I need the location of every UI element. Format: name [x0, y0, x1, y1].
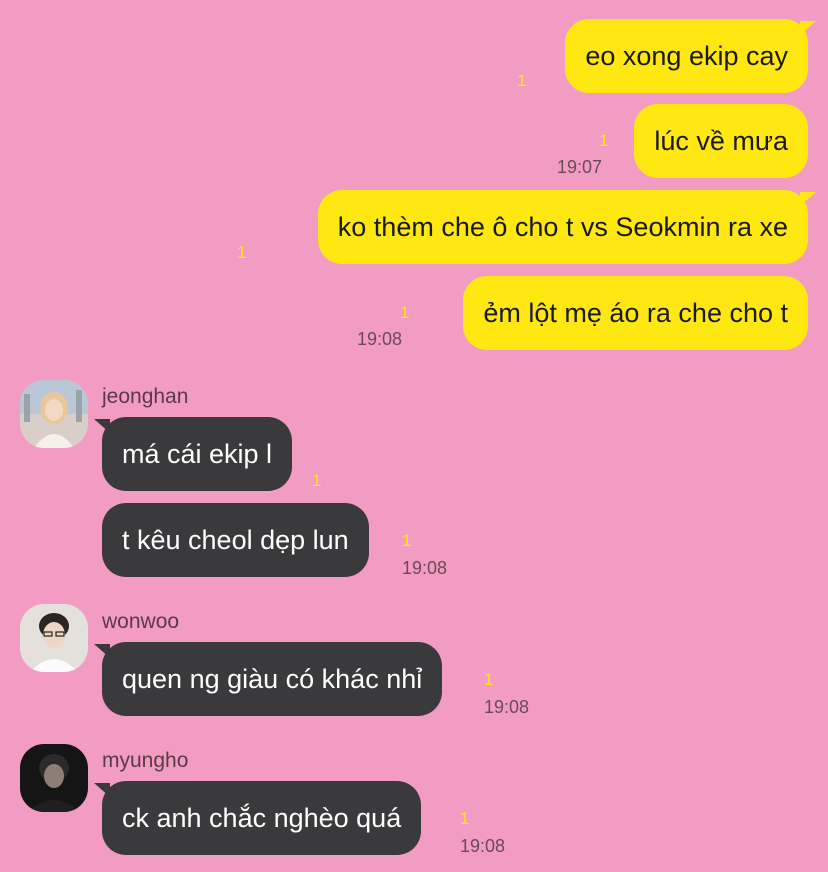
- message-time: 19:08: [484, 697, 530, 717]
- outgoing-message[interactable]: lúc về mưa: [634, 104, 808, 178]
- incoming-message[interactable]: ck anh chắc nghèo quá: [93, 781, 422, 855]
- outgoing-message[interactable]: ko thèm che ô cho t vs Seokmin ra xe: [317, 190, 817, 264]
- outgoing-message[interactable]: eo xong ekip cay: [565, 19, 816, 93]
- sender-name: jeonghan: [102, 385, 189, 408]
- unread-count: 1: [400, 303, 410, 322]
- avatar-myungho[interactable]: [20, 744, 88, 812]
- message-time: 19:08: [460, 836, 506, 856]
- message-time: 19:08: [402, 558, 448, 578]
- chat-view[interactable]: eo xong ekip cay 1 lúc về mưa 1 19:07 ko…: [0, 0, 828, 872]
- avatar-wonwoo[interactable]: [20, 604, 88, 672]
- profile-photo-icon: [20, 604, 88, 672]
- avatar-jeonghan[interactable]: [20, 380, 88, 448]
- unread-count: 1: [484, 670, 494, 689]
- unread-count: 1: [460, 809, 470, 828]
- sender-name: myungho: [102, 749, 189, 772]
- unread-count: 1: [312, 471, 322, 490]
- incoming-message[interactable]: quen ng giàu có khác nhỉ: [93, 642, 443, 716]
- message-time: 19:07: [557, 157, 603, 177]
- unread-count: 1: [517, 71, 527, 90]
- unread-count: 1: [402, 531, 412, 550]
- outgoing-message[interactable]: ẻm lột mẹ áo ra che cho t: [463, 276, 808, 350]
- unread-count: 1: [237, 243, 247, 262]
- incoming-message[interactable]: má cái ekip l: [93, 417, 293, 491]
- incoming-message[interactable]: t kêu cheol dẹp lun: [102, 503, 369, 577]
- profile-photo-icon: [20, 380, 88, 448]
- sender-name: wonwoo: [102, 610, 180, 633]
- message-time: 19:08: [357, 329, 403, 349]
- unread-count: 1: [599, 131, 609, 150]
- profile-photo-icon: [20, 744, 88, 812]
